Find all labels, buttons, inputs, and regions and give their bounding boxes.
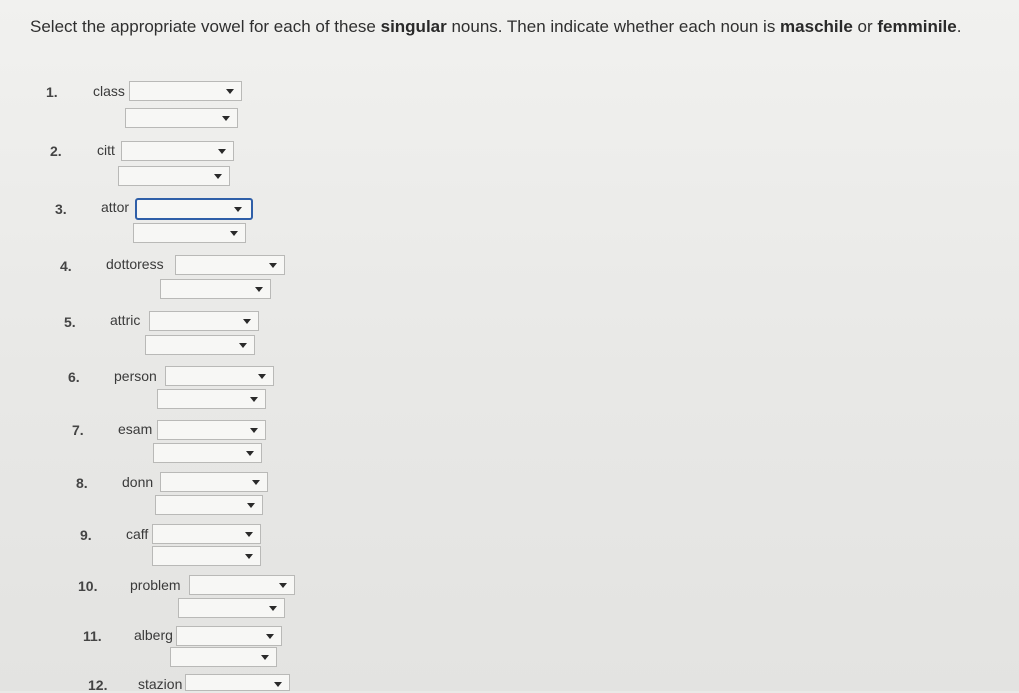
item-number: 1. <box>46 84 58 100</box>
chevron-down-icon <box>279 583 287 588</box>
chevron-down-icon <box>250 428 258 433</box>
vowel-select[interactable] <box>152 524 261 544</box>
item-number: 11. <box>83 628 102 644</box>
noun-stem: class <box>93 83 125 99</box>
chevron-down-icon <box>252 480 260 485</box>
gender-select[interactable] <box>133 223 246 243</box>
vowel-select[interactable] <box>175 255 285 275</box>
noun-stem: donn <box>122 474 154 490</box>
chevron-down-icon <box>239 343 247 348</box>
gender-select[interactable] <box>153 443 262 463</box>
gender-select[interactable] <box>152 546 261 566</box>
chevron-down-icon <box>246 451 254 456</box>
gender-select[interactable] <box>145 335 255 355</box>
instructions-part4: . <box>956 17 962 36</box>
noun-stem: attric <box>110 312 141 328</box>
vowel-select[interactable] <box>135 198 253 220</box>
instructions-bold-femminile: femminile <box>877 17 957 36</box>
item-number: 2. <box>50 143 62 159</box>
vowel-select[interactable] <box>121 141 234 161</box>
noun-stem: attor <box>101 199 130 215</box>
noun-stem: dottoress <box>106 256 164 272</box>
vowel-select[interactable] <box>149 311 259 331</box>
item-number: 7. <box>72 422 84 438</box>
vowel-select[interactable] <box>165 366 274 386</box>
item-number: 5. <box>64 314 76 330</box>
chevron-down-icon <box>230 231 238 236</box>
item-number: 10. <box>78 578 98 594</box>
vowel-select[interactable] <box>160 472 268 492</box>
chevron-down-icon <box>234 207 242 212</box>
gender-select[interactable] <box>118 166 230 186</box>
gender-select[interactable] <box>125 108 238 128</box>
gender-select[interactable] <box>155 495 263 515</box>
chevron-down-icon <box>255 287 263 292</box>
noun-stem: alberg <box>134 627 173 643</box>
chevron-down-icon <box>245 554 253 559</box>
chevron-down-icon <box>222 116 230 121</box>
vowel-select[interactable] <box>157 420 266 440</box>
noun-stem: stazion <box>138 676 183 692</box>
chevron-down-icon <box>274 682 282 687</box>
gender-select[interactable] <box>170 647 277 667</box>
instructions-bold-singular: singular <box>380 17 447 36</box>
instructions: Select the appropriate vowel for each of… <box>30 17 961 37</box>
chevron-down-icon <box>226 89 234 94</box>
chevron-down-icon <box>250 397 258 402</box>
chevron-down-icon <box>218 149 226 154</box>
instructions-part3: or <box>852 17 878 36</box>
vowel-select[interactable] <box>129 81 242 101</box>
item-number: 8. <box>76 475 88 491</box>
item-number: 3. <box>55 201 67 217</box>
gender-select[interactable] <box>160 279 271 299</box>
gender-select[interactable] <box>157 389 266 409</box>
instructions-bold-maschile: maschile <box>780 17 853 36</box>
chevron-down-icon <box>269 606 277 611</box>
item-number: 6. <box>68 369 80 385</box>
chevron-down-icon <box>269 263 277 268</box>
noun-stem: problem <box>130 577 181 593</box>
vowel-select[interactable] <box>176 626 282 646</box>
chevron-down-icon <box>258 374 266 379</box>
instructions-part2: nouns. Then indicate whether each noun i… <box>446 17 781 36</box>
item-number: 4. <box>60 258 72 274</box>
vowel-select[interactable] <box>185 674 290 691</box>
exercise-page: Select the appropriate vowel for each of… <box>0 0 1019 693</box>
chevron-down-icon <box>243 319 251 324</box>
noun-stem: esam <box>118 421 153 437</box>
chevron-down-icon <box>245 532 253 537</box>
item-number: 9. <box>80 527 92 543</box>
chevron-down-icon <box>266 634 274 639</box>
noun-stem: citt <box>97 142 115 158</box>
instructions-part1: Select the appropriate vowel for each of… <box>30 17 381 36</box>
gender-select[interactable] <box>178 598 285 618</box>
chevron-down-icon <box>261 655 269 660</box>
chevron-down-icon <box>247 503 255 508</box>
noun-stem: person <box>114 368 157 384</box>
noun-stem: caff <box>126 526 149 542</box>
chevron-down-icon <box>214 174 222 179</box>
vowel-select[interactable] <box>189 575 295 595</box>
